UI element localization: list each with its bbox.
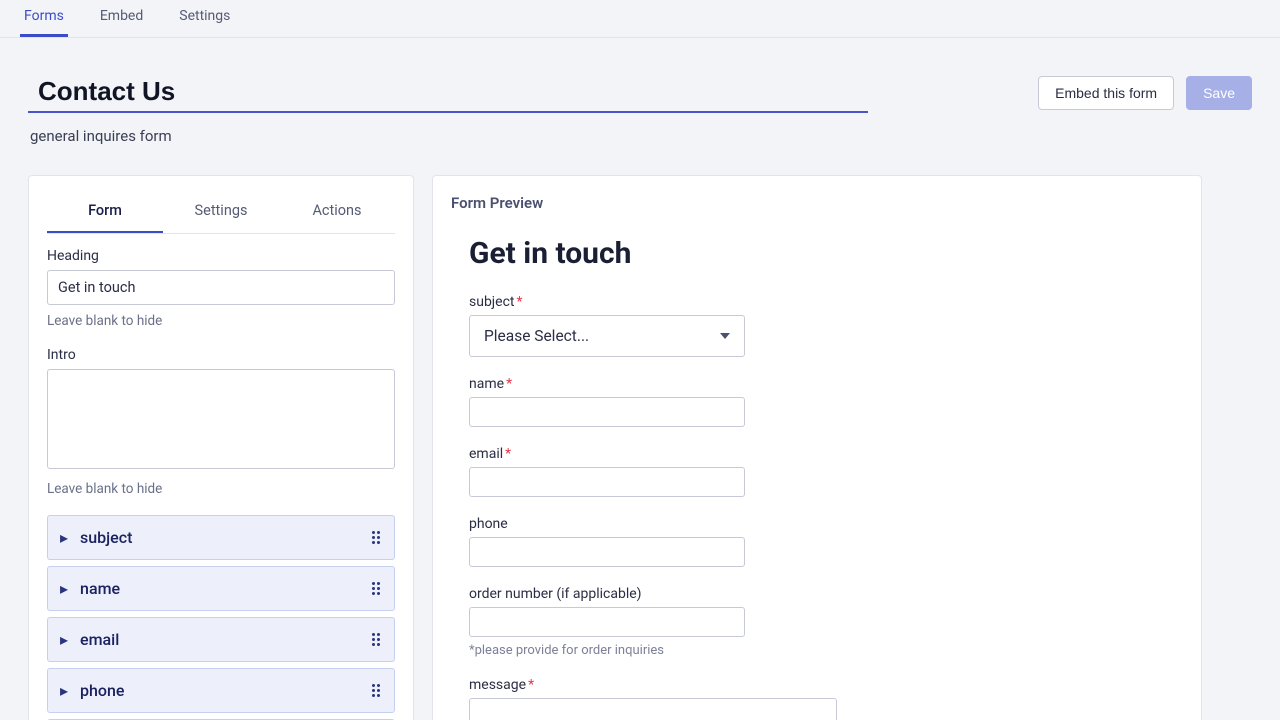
preview-email-input[interactable] xyxy=(469,467,745,497)
drag-handle-icon[interactable] xyxy=(372,684,380,697)
preview-message-label: message* xyxy=(469,677,534,693)
top-nav-forms[interactable]: Forms xyxy=(20,8,68,37)
preview-phone-label: phone xyxy=(469,516,508,532)
form-subtitle: general inquires form xyxy=(28,127,868,145)
top-nav-settings[interactable]: Settings xyxy=(175,8,234,37)
form-title-input[interactable] xyxy=(38,76,868,107)
preview-order-input[interactable] xyxy=(469,607,745,637)
field-row-phone[interactable]: ▸ phone xyxy=(47,668,395,713)
preview-heading: Get in touch xyxy=(469,236,1165,271)
drag-handle-icon[interactable] xyxy=(372,633,380,646)
editor-panel: Form Settings Actions Heading Leave blan… xyxy=(28,175,414,720)
panel-tab-form[interactable]: Form xyxy=(47,196,163,233)
heading-helper: Leave blank to hide xyxy=(47,313,395,329)
field-row-subject[interactable]: ▸ subject xyxy=(47,515,395,560)
required-marker: * xyxy=(506,376,512,392)
panel-tab-actions[interactable]: Actions xyxy=(279,196,395,233)
caret-down-icon xyxy=(720,333,730,339)
preview-subject-label: subject* xyxy=(469,294,523,310)
field-list: ▸ subject ▸ name ▸ email xyxy=(47,515,395,720)
drag-handle-icon[interactable] xyxy=(372,582,380,595)
chevron-right-icon: ▸ xyxy=(60,579,68,598)
preview-subject-value: Please Select... xyxy=(484,327,589,345)
required-marker: * xyxy=(517,294,523,310)
field-row-email[interactable]: ▸ email xyxy=(47,617,395,662)
heading-input[interactable] xyxy=(47,270,395,305)
chevron-right-icon: ▸ xyxy=(60,630,68,649)
preview-name-label: name* xyxy=(469,376,512,392)
embed-form-button[interactable]: Embed this form xyxy=(1038,76,1174,110)
required-marker: * xyxy=(505,446,511,462)
chevron-right-icon: ▸ xyxy=(60,528,68,547)
field-row-label: name xyxy=(80,579,120,598)
field-row-label: phone xyxy=(80,681,124,700)
preview-message-textarea[interactable] xyxy=(469,698,837,720)
field-row-label: email xyxy=(80,630,119,649)
save-button[interactable]: Save xyxy=(1186,76,1252,110)
preview-phone-input[interactable] xyxy=(469,537,745,567)
heading-label: Heading xyxy=(47,248,395,264)
panel-tab-settings[interactable]: Settings xyxy=(163,196,279,233)
top-nav-embed[interactable]: Embed xyxy=(96,8,147,37)
preview-panel: Form Preview Get in touch subject* Pleas… xyxy=(432,175,1202,720)
field-row-label: subject xyxy=(80,528,132,547)
preview-order-label: order number (if applicable) xyxy=(469,586,642,602)
field-row-name[interactable]: ▸ name xyxy=(47,566,395,611)
preview-title: Form Preview xyxy=(451,194,1183,212)
preview-name-input[interactable] xyxy=(469,397,745,427)
intro-helper: Leave blank to hide xyxy=(47,481,395,497)
preview-order-helper: *please provide for order inquiries xyxy=(469,643,1165,658)
required-marker: * xyxy=(528,677,534,693)
preview-subject-select[interactable]: Please Select... xyxy=(469,315,745,357)
chevron-right-icon: ▸ xyxy=(60,681,68,700)
intro-label: Intro xyxy=(47,347,395,363)
top-nav: Forms Embed Settings xyxy=(0,0,1280,38)
drag-handle-icon[interactable] xyxy=(372,531,380,544)
intro-textarea[interactable] xyxy=(47,369,395,469)
preview-email-label: email* xyxy=(469,446,511,462)
